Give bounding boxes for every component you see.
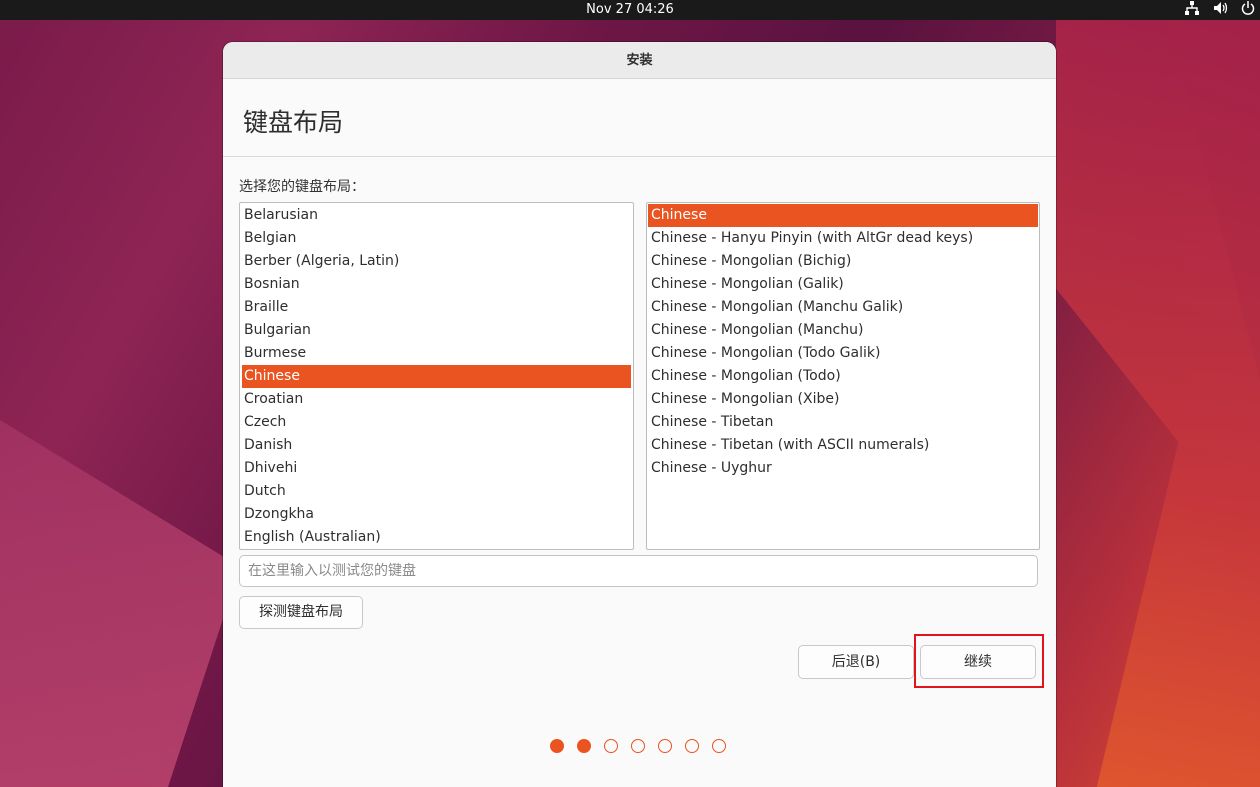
progress-dot xyxy=(604,739,618,753)
highlight-box xyxy=(914,634,1044,688)
layout-list-item[interactable]: Danish xyxy=(240,434,633,457)
layout-list-item[interactable]: Dhivehi xyxy=(240,457,633,480)
layout-list-item[interactable]: Bulgarian xyxy=(240,319,633,342)
clock[interactable]: Nov 27 04:26 xyxy=(0,1,1260,18)
volume-icon[interactable] xyxy=(1212,1,1228,20)
variant-list-item[interactable]: Chinese - Mongolian (Manchu) xyxy=(647,319,1039,342)
progress-dot xyxy=(550,739,564,753)
keyboard-variant-list[interactable]: Chinese Chinese - Hanyu Pinyin (with AltG… xyxy=(646,202,1040,550)
layout-list-item[interactable]: Berber (Algeria, Latin) xyxy=(240,250,633,273)
wallpaper-shape xyxy=(1056,20,1260,787)
layout-list-item[interactable]: Belgian xyxy=(240,227,633,250)
layout-prompt-label: 选择您的键盘布局： xyxy=(239,179,365,195)
back-button[interactable]: 后退(B) xyxy=(798,645,914,679)
keyboard-layout-list[interactable]: Belarusian Belgian Berber (Algeria, Latin)… xyxy=(239,202,634,550)
layout-list-item[interactable]: Bosnian xyxy=(240,273,633,296)
wallpaper-shape xyxy=(0,420,240,787)
top-bar: Nov 27 04:26 xyxy=(0,0,1260,20)
variant-list-item[interactable]: Chinese - Mongolian (Todo) xyxy=(647,365,1039,388)
variant-list-item[interactable]: Chinese - Mongolian (Todo Galik) xyxy=(647,342,1039,365)
progress-dot xyxy=(685,739,699,753)
detect-layout-button[interactable]: 探测键盘布局 xyxy=(239,596,363,629)
layout-list-item[interactable]: English (Australian) xyxy=(240,526,633,549)
variant-list-item[interactable]: Chinese - Mongolian (Bichig) xyxy=(647,250,1039,273)
layout-list-item[interactable]: Burmese xyxy=(240,342,633,365)
variant-list-item[interactable]: Chinese - Mongolian (Xibe) xyxy=(647,388,1039,411)
variant-list-item[interactable]: Chinese - Uyghur xyxy=(647,457,1039,480)
page-title: 键盘布局 xyxy=(243,108,344,137)
system-tray[interactable] xyxy=(1184,1,1256,20)
power-icon[interactable] xyxy=(1240,1,1256,20)
installer-window: 安装 键盘布局 选择您的键盘布局： Belarusian Belgian Berbe… xyxy=(223,42,1056,787)
progress-dot xyxy=(658,739,672,753)
progress-dot xyxy=(577,739,591,753)
variant-list-item[interactable]: Chinese xyxy=(648,204,1038,227)
layout-list-item[interactable]: Chinese xyxy=(242,365,631,388)
layout-list-item[interactable]: Dutch xyxy=(240,480,633,503)
progress-dot xyxy=(631,739,645,753)
layout-list-item[interactable]: Croatian xyxy=(240,388,633,411)
variant-list-item[interactable]: Chinese - Tibetan (with ASCII numerals) xyxy=(647,434,1039,457)
variant-list-item[interactable]: Chinese - Mongolian (Galik) xyxy=(647,273,1039,296)
keyboard-test-input[interactable] xyxy=(239,555,1038,587)
variant-list-item[interactable]: Chinese - Hanyu Pinyin (with AltGr dead … xyxy=(647,227,1039,250)
layout-list-item[interactable]: Belarusian xyxy=(240,204,633,227)
progress-dot xyxy=(712,739,726,753)
progress-dots xyxy=(550,739,726,753)
network-icon[interactable] xyxy=(1184,1,1200,20)
layout-list-item[interactable]: Braille xyxy=(240,296,633,319)
variant-list-item[interactable]: Chinese - Mongolian (Manchu Galik) xyxy=(647,296,1039,319)
variant-list-item[interactable]: Chinese - Tibetan xyxy=(647,411,1039,434)
page-header: 键盘布局 xyxy=(223,79,1056,157)
layout-list-item[interactable]: Czech xyxy=(240,411,633,434)
window-title: 安装 xyxy=(223,42,1056,79)
layout-list-item[interactable]: Dzongkha xyxy=(240,503,633,526)
